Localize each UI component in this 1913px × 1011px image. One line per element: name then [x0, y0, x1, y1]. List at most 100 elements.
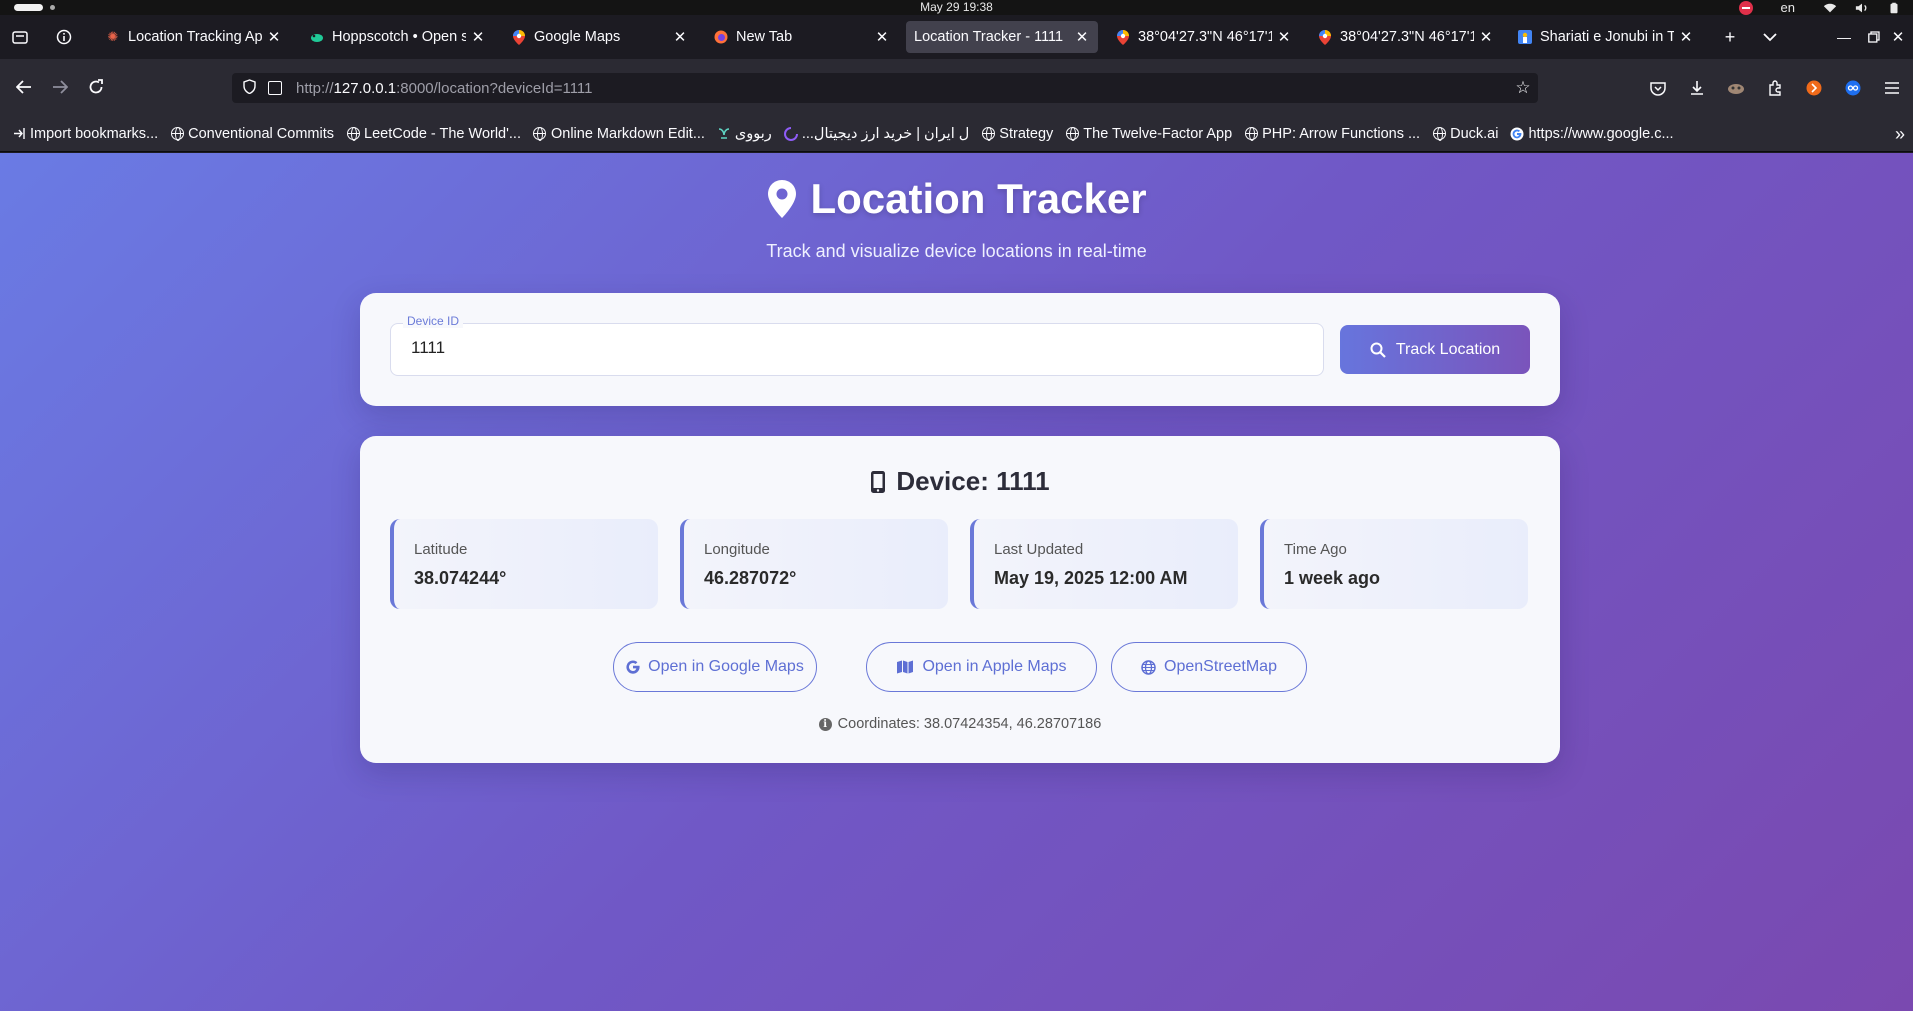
bookmarks-overflow-chevron-icon[interactable]: »	[1895, 116, 1905, 152]
volume-icon[interactable]	[1855, 2, 1869, 14]
tab-hoppscotch[interactable]: Hoppscotch • Open so ✕	[302, 21, 494, 53]
bookmark-conventional-commits[interactable]: Conventional Commits	[170, 126, 334, 142]
open-openstreetmap-button[interactable]: OpenStreetMap	[1111, 642, 1307, 692]
tab-label: Shariati e Jonubi in Ta	[1540, 29, 1674, 45]
tab-coordinates-1[interactable]: 38°04'27.3"N 46°17'1 ✕	[1108, 21, 1300, 53]
map-pin-icon	[1318, 29, 1332, 45]
google-g-icon	[626, 660, 640, 674]
page-viewport: Location Tracker Track and visualize dev…	[0, 153, 1913, 1011]
device-id-input[interactable]	[411, 338, 1291, 358]
globe-icon	[981, 127, 995, 141]
tab-label: Location Tracker - 1111	[914, 29, 1064, 45]
os-clock[interactable]: May 29 19:38	[0, 0, 1913, 14]
bookmark-label: The Twelve-Factor App	[1083, 125, 1233, 142]
downloads-icon[interactable]	[1688, 79, 1706, 97]
wifi-icon[interactable]	[1823, 2, 1837, 14]
globe-icon	[346, 127, 360, 141]
tab-label: New Tab	[736, 29, 793, 45]
minimize-window-icon[interactable]: —	[1830, 21, 1858, 53]
close-tab-icon[interactable]: ✕	[266, 28, 282, 46]
bookmark-crypto-exchange[interactable]: ...ل ایران | خرید ارز دیجیتال	[783, 126, 969, 142]
map-pin-icon	[1116, 29, 1130, 45]
tab-coordinates-2[interactable]: 38°04'27.3"N 46°17'1 ✕	[1310, 21, 1502, 53]
tab-new-tab[interactable]: New Tab ✕	[706, 21, 898, 53]
device-info-card: Device: 1111 Latitude 38.074244° Longitu…	[360, 436, 1560, 763]
stat-time-ago: Time Ago 1 week ago	[1260, 519, 1528, 609]
tab-overview-icon[interactable]	[6, 21, 34, 53]
close-tab-icon[interactable]: ✕	[1478, 28, 1494, 46]
forward-arrow-icon[interactable]	[46, 73, 74, 101]
extensions-puzzle-icon[interactable]	[1766, 79, 1784, 97]
new-tab-plus-icon[interactable]: +	[1716, 21, 1744, 53]
tab-strip: ✺ Location Tracking App ✕ Hoppscotch • O…	[0, 15, 1913, 59]
close-window-icon[interactable]: ✕	[1884, 21, 1912, 53]
button-label: Open in Google Maps	[648, 658, 804, 675]
sidebar-info-icon[interactable]	[50, 21, 78, 53]
bookmark-label: PHP: Arrow Functions ...	[1262, 125, 1421, 142]
globe-icon	[1244, 127, 1258, 141]
close-tab-icon[interactable]: ✕	[874, 28, 890, 46]
reload-icon[interactable]	[82, 73, 110, 101]
stat-label: Longitude	[704, 541, 770, 558]
globe-icon	[1141, 659, 1156, 675]
tab-label: 38°04'27.3"N 46°17'1	[1138, 29, 1272, 45]
bookmark-label: LeetCode - The World'...	[364, 125, 521, 142]
keyboard-language[interactable]: en	[1781, 0, 1795, 15]
page-info-icon[interactable]	[268, 81, 282, 95]
bookmark-label: ربووی	[734, 125, 772, 142]
globe-icon	[1432, 127, 1446, 141]
back-arrow-icon[interactable]	[10, 73, 38, 101]
bookmark-strategy[interactable]: Strategy	[981, 126, 1053, 142]
device-id-field[interactable]: Device ID	[390, 314, 1324, 376]
url-host: 127.0.0.1	[333, 79, 397, 97]
stat-last-updated: Last Updated May 19, 2025 12:00 AM	[970, 519, 1238, 609]
bookmark-markdown-editor[interactable]: Online Markdown Edit...	[533, 126, 705, 142]
globe-icon	[533, 127, 547, 141]
stat-latitude: Latitude 38.074244°	[390, 519, 658, 609]
bookmark-star-icon[interactable]: ☆	[1508, 78, 1538, 98]
bookmark-twelve-factor[interactable]: The Twelve-Factor App	[1065, 126, 1232, 142]
coordinates-text: Coordinates: 38.07424354, 46.28707186	[837, 716, 1102, 732]
globe-icon	[1065, 127, 1079, 141]
url-scheme: http://	[296, 79, 334, 97]
coordinates-line: i Coordinates: 38.07424354, 46.28707186	[360, 716, 1560, 732]
bookmark-label: Conventional Commits	[188, 125, 334, 142]
stat-label: Last Updated	[994, 541, 1084, 558]
extension-avatar-icon[interactable]	[1727, 79, 1745, 97]
street-view-icon	[1518, 30, 1532, 44]
open-apple-maps-button[interactable]: Open in Apple Maps	[866, 642, 1097, 692]
url-text[interactable]: http://127.0.0.1:8000/location?deviceId=…	[296, 80, 1508, 97]
bookmark-php-arrow-functions[interactable]: PHP: Arrow Functions ...	[1244, 126, 1420, 142]
hamburger-menu-icon[interactable]	[1883, 79, 1901, 97]
tab-location-tracker-active[interactable]: Location Tracker - 1111 ✕	[906, 21, 1098, 53]
device-title: Device: 1111	[360, 466, 1560, 497]
tab-shariati-street[interactable]: Shariati e Jonubi in Ta ✕	[1510, 21, 1702, 53]
bookmark-duck-ai[interactable]: Duck.ai	[1432, 126, 1498, 142]
page-subtitle: Track and visualize device locations in …	[766, 241, 1147, 261]
do-not-disturb-icon[interactable]	[1738, 0, 1753, 15]
tab-google-maps[interactable]: Google Maps ✕	[504, 21, 696, 53]
tracking-protection-shield-icon[interactable]	[240, 79, 258, 97]
battery-icon[interactable]	[1887, 2, 1901, 14]
close-tab-icon[interactable]: ✕	[1074, 28, 1090, 46]
tab-location-tracking-app[interactable]: ✺ Location Tracking App ✕	[98, 21, 290, 53]
pocket-icon[interactable]	[1649, 79, 1667, 97]
bookmark-google[interactable]: https://www.google.c...	[1510, 126, 1674, 142]
open-google-maps-button[interactable]: Open in Google Maps	[613, 642, 817, 692]
device-id-label: Device ID	[403, 314, 464, 328]
blue-extension-icon[interactable]	[1844, 79, 1862, 97]
bookmark-robovi[interactable]: ربووی	[717, 126, 772, 142]
close-tab-icon[interactable]: ✕	[1678, 28, 1694, 46]
address-bar[interactable]: http://127.0.0.1:8000/location?deviceId=…	[232, 73, 1538, 103]
bookmarks-toolbar: Import bookmarks... Conventional Commits…	[0, 116, 1913, 152]
robovi-icon	[717, 127, 731, 141]
bookmark-import[interactable]: Import bookmarks...	[12, 126, 158, 142]
close-tab-icon[interactable]: ✕	[672, 28, 688, 46]
track-location-button[interactable]: Track Location	[1340, 325, 1530, 374]
close-tab-icon[interactable]: ✕	[1276, 28, 1292, 46]
list-tabs-chevron-icon[interactable]	[1756, 21, 1784, 53]
bookmark-leetcode[interactable]: LeetCode - The World'...	[346, 126, 521, 142]
close-tab-icon[interactable]: ✕	[470, 28, 486, 46]
sparkle-icon: ✺	[107, 29, 119, 44]
orange-extension-icon[interactable]	[1805, 79, 1823, 97]
